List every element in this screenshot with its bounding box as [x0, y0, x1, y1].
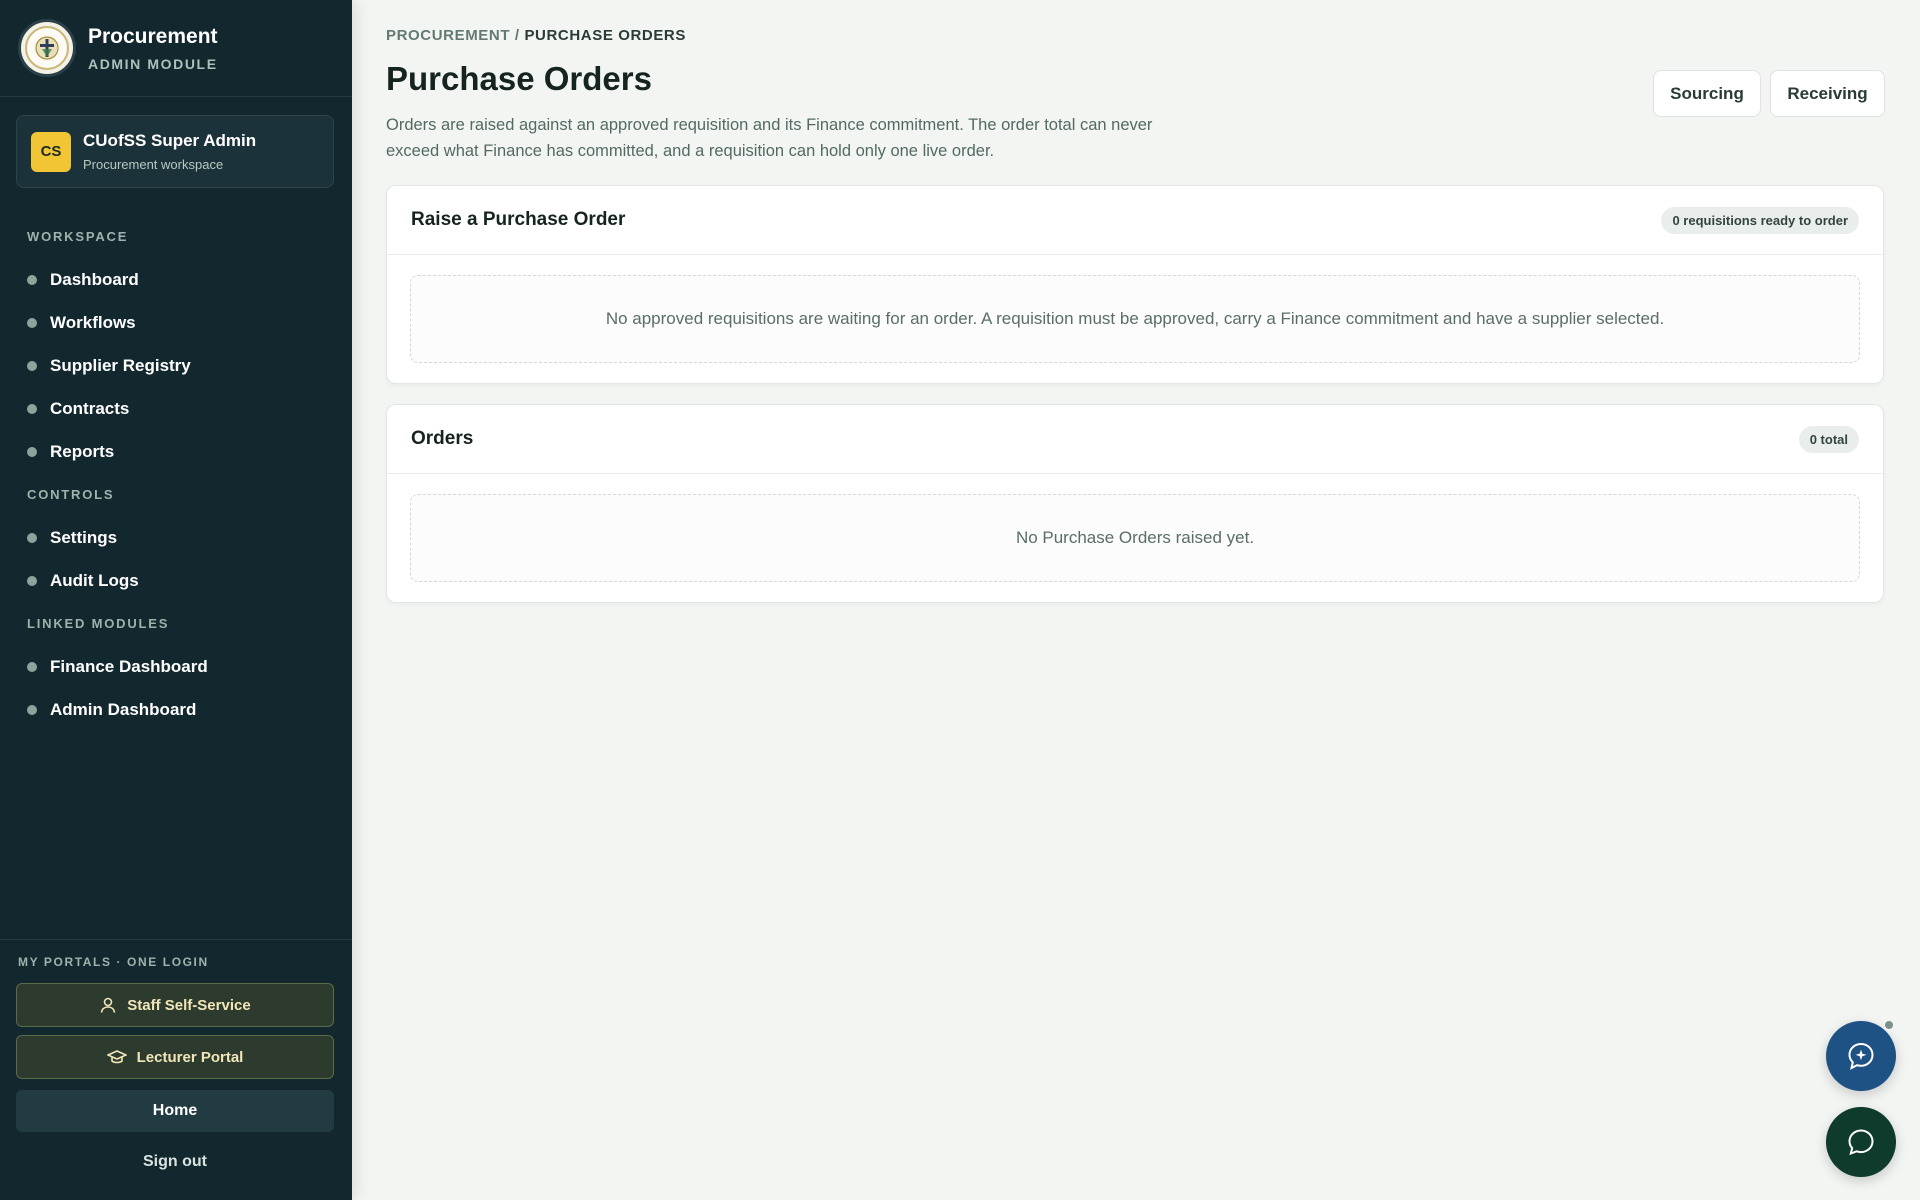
- card-title: Raise a Purchase Order: [411, 209, 626, 230]
- brand-header: Procurement ADMIN MODULE: [0, 0, 352, 97]
- requisitions-ready-badge: 0 requisitions ready to order: [1661, 206, 1859, 234]
- bullet-icon: [27, 532, 37, 543]
- sidebar-item-label: Settings: [50, 527, 118, 547]
- bullet-icon: [27, 704, 37, 715]
- sidebar-item-label: Contracts: [50, 398, 130, 418]
- sidebar-item-workflows[interactable]: Workflows: [0, 301, 352, 344]
- sidebar-item-label: Workflows: [50, 312, 136, 332]
- bullet-icon: [27, 317, 37, 328]
- bullet-icon: [27, 274, 37, 285]
- person-icon: [101, 997, 116, 1013]
- nav-section-workspace: WORKSPACE: [27, 229, 129, 244]
- staff-self-service-button[interactable]: Staff Self-Service: [16, 983, 334, 1027]
- bullet-icon: [27, 446, 37, 457]
- sign-out-button[interactable]: Sign out: [16, 1141, 334, 1183]
- sidebar-item-contracts[interactable]: Contracts: [0, 387, 352, 430]
- sidebar-item-label: Audit Logs: [50, 570, 139, 590]
- staff-self-service-label: Staff Self-Service: [127, 996, 251, 1014]
- empty-state: No approved requisitions are waiting for…: [410, 275, 1860, 363]
- sidebar-item-finance-dashboard[interactable]: Finance Dashboard: [0, 645, 352, 688]
- ai-chat-icon: [1848, 1042, 1874, 1070]
- sidebar-item-admin-dashboard[interactable]: Admin Dashboard: [0, 688, 352, 731]
- nav-section-linked-modules: LINKED MODULES: [27, 616, 170, 631]
- user-card[interactable]: CS CUofSS Super Admin Procurement worksp…: [16, 115, 334, 188]
- notification-dot: [1883, 1019, 1895, 1031]
- portals-panel: MY PORTALS · ONE LOGIN Staff Self-Servic…: [0, 939, 352, 1170]
- sidebar: Procurement ADMIN MODULE CS CUofSS Super…: [0, 0, 352, 1200]
- chat-bubble-icon: [1848, 1129, 1874, 1156]
- orders-total-badge: 0 total: [1798, 425, 1859, 453]
- breadcrumb-parent[interactable]: PROCUREMENT: [386, 27, 510, 44]
- sidebar-item-label: Finance Dashboard: [50, 656, 208, 676]
- breadcrumb-current: PURCHASE ORDERS: [524, 27, 686, 44]
- sidebar-item-label: Admin Dashboard: [50, 699, 197, 719]
- home-button[interactable]: Home: [16, 1090, 334, 1132]
- sidebar-item-reports[interactable]: Reports: [0, 430, 352, 473]
- empty-state: No Purchase Orders raised yet.: [410, 494, 1860, 582]
- breadcrumb-separator: /: [514, 27, 520, 44]
- sourcing-button[interactable]: Sourcing: [1653, 70, 1761, 117]
- breadcrumb: PROCUREMENT / PURCHASE ORDERS: [386, 27, 686, 44]
- ai-assistant-button[interactable]: [1826, 1021, 1896, 1091]
- lecturer-portal-button[interactable]: Lecturer Portal: [16, 1035, 334, 1079]
- sidebar-item-audit-logs[interactable]: Audit Logs: [0, 559, 352, 602]
- raise-purchase-order-card: Raise a Purchase Order 0 requisitions re…: [386, 185, 1884, 384]
- sidebar-item-supplier-registry[interactable]: Supplier Registry: [0, 344, 352, 387]
- card-title: Orders: [411, 428, 474, 449]
- sidebar-item-dashboard[interactable]: Dashboard: [0, 258, 352, 301]
- page-title: Purchase Orders: [386, 60, 652, 97]
- page-description: Orders are raised against an approved re…: [386, 116, 1153, 160]
- bullet-icon: [27, 661, 37, 672]
- chat-button[interactable]: [1826, 1107, 1896, 1177]
- sidebar-item-label: Dashboard: [50, 269, 139, 289]
- portals-title: MY PORTALS · ONE LOGIN: [18, 955, 209, 969]
- user-workspace: Procurement workspace: [83, 157, 224, 172]
- bullet-icon: [27, 360, 37, 371]
- sidebar-item-label: Supplier Registry: [50, 355, 191, 375]
- avatar: CS: [31, 131, 71, 172]
- lecturer-portal-label: Lecturer Portal: [136, 1048, 244, 1066]
- graduation-cap-icon: [106, 1050, 127, 1064]
- bullet-icon: [27, 575, 37, 586]
- sidebar-item-settings[interactable]: Settings: [0, 516, 352, 559]
- receiving-button[interactable]: Receiving: [1770, 70, 1885, 117]
- orders-card: Orders 0 total No Purchase Orders raised…: [386, 404, 1884, 603]
- brand-title: Procurement: [88, 25, 218, 48]
- user-name: CUofSS Super Admin: [83, 131, 257, 150]
- crest-logo: [18, 19, 76, 77]
- nav-section-controls: CONTROLS: [27, 487, 115, 502]
- brand-subtitle: ADMIN MODULE: [88, 56, 218, 72]
- sidebar-item-label: Reports: [50, 441, 115, 461]
- sidebar-nav: WORKSPACE Dashboard Workflows Supplier R…: [0, 215, 352, 731]
- bullet-icon: [27, 403, 37, 414]
